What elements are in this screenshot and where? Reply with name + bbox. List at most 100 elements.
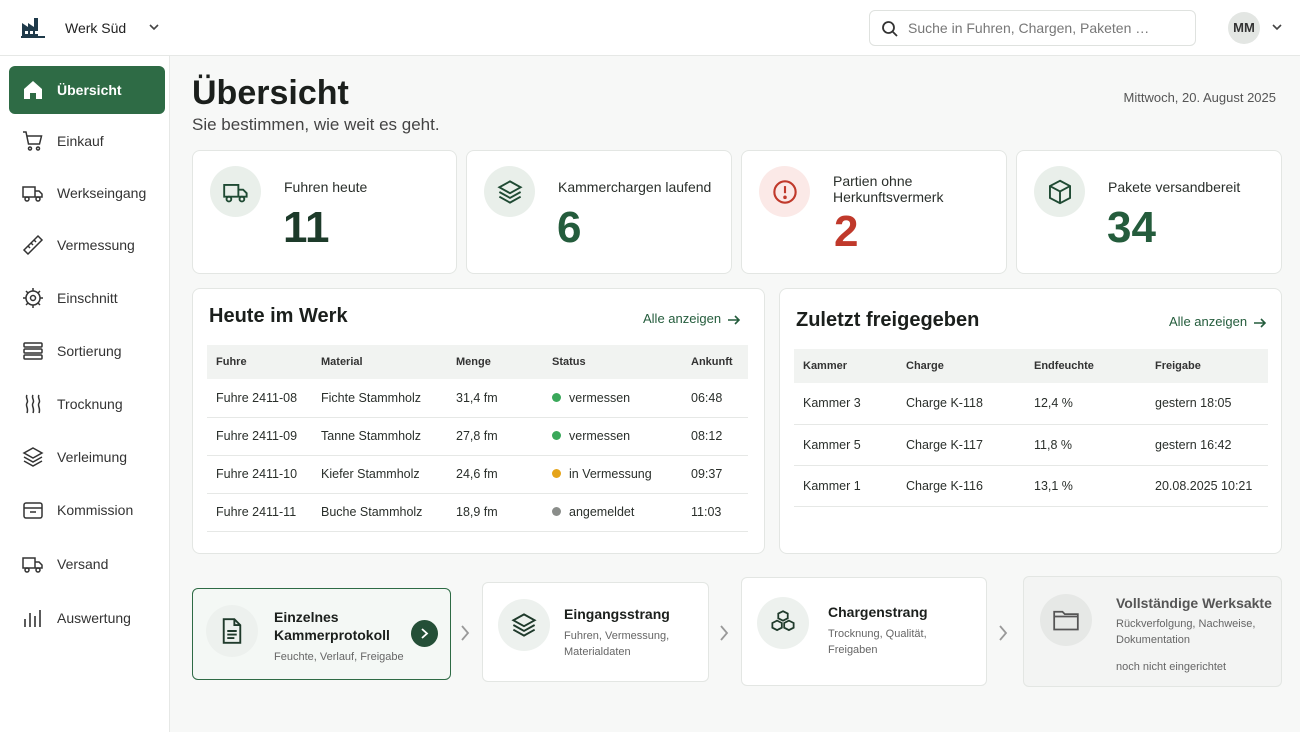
sidebar-item-label: Kommission — [57, 502, 134, 518]
sidebar-item-einkauf[interactable]: Einkauf — [9, 117, 165, 165]
sidebar-item-label: Trocknung — [57, 396, 123, 412]
cell-ankunft: 11:03 — [682, 493, 748, 532]
cell-kammer: Kammer 3 — [794, 383, 897, 425]
sidebar-item-einschnitt[interactable]: Einschnitt — [9, 274, 165, 322]
table-header-row: Fuhre Material Menge Status Ankunft — [207, 345, 748, 379]
status-label: vermessen — [569, 390, 631, 405]
cell-menge: 24,6 fm — [447, 455, 543, 494]
ruler-icon — [22, 234, 44, 256]
column-header: Endfeuchte — [1025, 349, 1146, 383]
cell-endfeuchte: 13,1 % — [1025, 465, 1146, 507]
layers-icon — [22, 446, 44, 468]
status-label: angemeldet — [569, 505, 635, 519]
cell-material: Fichte Stammholz — [312, 379, 447, 418]
search-box[interactable] — [869, 10, 1196, 46]
flow-description: Rückverfolgung, Nachweise, Dokumentation — [1116, 618, 1256, 646]
sidebar-item-kommission[interactable]: Kommission — [9, 486, 165, 534]
flow-title: Einzelnes Kammerprotokoll — [274, 609, 390, 643]
kpi-label: Fuhren heute — [284, 179, 368, 195]
table-row[interactable]: Kammer 1 Charge K-116 13,1 % 20.08.2025 … — [794, 465, 1268, 507]
kpi-value: 34 — [1107, 203, 1156, 252]
flow-description: Trocknung, Qualität, Freigaben — [828, 628, 927, 656]
cell-menge: 27,8 fm — [447, 417, 543, 456]
sidebar-item-verleimung[interactable]: Verleimung — [9, 433, 165, 481]
sidebar-item-label: Werkseingang — [57, 185, 147, 201]
sidebar-item-label: Einkauf — [57, 133, 104, 149]
chevron-down-icon[interactable] — [147, 20, 161, 34]
flow-title: Eingangsstrang — [564, 606, 670, 622]
cell-material: Buche Stammholz — [312, 493, 447, 532]
layers-icon — [484, 166, 535, 217]
cell-menge: 18,9 fm — [447, 493, 543, 532]
package-box-icon — [22, 499, 44, 521]
status-dot — [552, 431, 561, 441]
cell-fuhre: Fuhre 2411-09 — [207, 417, 312, 456]
cell-ankunft: 08:12 — [682, 417, 748, 456]
panel-title: Zuletzt freigegeben — [796, 309, 980, 331]
chevron-right-icon — [459, 624, 471, 642]
plant-selector-label[interactable]: Werk Süd — [65, 20, 126, 36]
sidebar-item-label: Vermessung — [57, 237, 135, 253]
chevron-down-icon[interactable] — [1270, 21, 1284, 35]
flow-card-kammerprotokoll[interactable]: Einzelnes Kammerprotokoll Feuchte, Verla… — [192, 588, 451, 680]
status-dot — [552, 392, 561, 402]
kpi-label: Pakete versandbereit — [1108, 179, 1241, 195]
saw-blade-icon — [22, 287, 44, 309]
column-header: Freigabe — [1146, 349, 1268, 383]
kpi-value: 2 — [834, 207, 859, 256]
alert-circle-icon — [759, 166, 810, 217]
cell-menge: 31,4 fm — [447, 379, 543, 418]
kpi-card-kammerchargen[interactable]: Kammerchargen laufend 6 — [466, 150, 732, 274]
kpi-card-fuhren[interactable]: Fuhren heute 11 — [192, 150, 457, 274]
sidebar-item-label: Sortierung — [57, 343, 122, 359]
sidebar-item-werkseingang[interactable]: Werkseingang — [9, 169, 165, 217]
kpi-card-pakete[interactable]: Pakete versandbereit 34 — [1016, 150, 1282, 274]
kpi-card-partien[interactable]: Partien ohne Herkunftsvermerk 2 — [741, 150, 1007, 274]
cell-ankunft: 09:37 — [682, 455, 748, 494]
flow-card-chargenstrang[interactable]: Chargenstrang Trocknung, Qualität, Freig… — [741, 577, 987, 686]
sidebar-item-uebersicht[interactable]: Übersicht — [9, 66, 165, 114]
column-header: Status — [543, 345, 682, 379]
sidebar-item-label: Versand — [57, 556, 109, 572]
flow-card-werksakte[interactable]: Vollständige Werksakte Rückverfolgung, N… — [1023, 576, 1282, 687]
truck-icon — [22, 182, 44, 204]
kpi-value: 11 — [283, 203, 330, 252]
show-all-link[interactable]: Alle anzeigen — [1169, 314, 1267, 329]
released-table: Kammer Charge Endfeuchte Freigabe Kammer… — [794, 349, 1268, 507]
sidebar-item-label: Auswertung — [57, 610, 131, 626]
flow-title: Chargenstrang — [828, 604, 928, 620]
search-input[interactable] — [908, 17, 1188, 39]
table-row[interactable]: Fuhre 2411-08 Fichte Stammholz 31,4 fm v… — [207, 379, 748, 418]
status-label: vermessen — [569, 429, 631, 443]
table-row[interactable]: Kammer 5 Charge K-117 11,8 % gestern 16:… — [794, 424, 1268, 466]
sidebar-item-trocknung[interactable]: Trocknung — [9, 380, 165, 428]
bar-chart-icon — [22, 607, 44, 629]
flow-card-eingangsstrang[interactable]: Eingangsstrang Fuhren, Vermessung, Mater… — [482, 582, 709, 682]
chevron-right-icon — [718, 624, 730, 642]
top-bar: Werk Süd MM — [0, 0, 1300, 56]
layers-icon — [498, 599, 550, 651]
sidebar-item-versand[interactable]: Versand — [9, 540, 165, 588]
sidebar-item-label: Einschnitt — [57, 290, 118, 306]
sidebar-item-label: Übersicht — [57, 82, 122, 98]
cell-kammer: Kammer 1 — [794, 465, 897, 507]
table-row[interactable]: Fuhre 2411-11 Buche Stammholz 18,9 fm an… — [207, 493, 748, 532]
table-row[interactable]: Fuhre 2411-09 Tanne Stammholz 27,8 fm ve… — [207, 417, 748, 456]
show-all-link[interactable]: Alle anzeigen — [643, 311, 741, 326]
today-table: Fuhre Material Menge Status Ankunft Fuhr… — [207, 345, 748, 532]
sidebar-item-sortierung[interactable]: Sortierung — [9, 327, 165, 375]
open-button[interactable] — [411, 620, 438, 647]
cell-endfeuchte: 11,8 % — [1025, 424, 1146, 466]
flow-description: Fuhren, Vermessung, Materialdaten — [564, 630, 670, 658]
folder-icon — [1040, 594, 1092, 646]
user-avatar[interactable]: MM — [1228, 12, 1260, 44]
table-row[interactable]: Kammer 3 Charge K-118 12,4 % gestern 18:… — [794, 383, 1268, 425]
table-row[interactable]: Fuhre 2411-10 Kiefer Stammholz 24,6 fm i… — [207, 455, 748, 494]
kpi-label: Partien ohne Herkunftsvermerk — [833, 173, 944, 205]
column-header: Material — [312, 345, 447, 379]
cell-status: vermessen — [543, 379, 682, 418]
cell-status: vermessen — [543, 417, 682, 456]
sidebar-item-auswertung[interactable]: Auswertung — [9, 594, 165, 642]
cell-freigabe: 20.08.2025 10:21 — [1146, 465, 1268, 507]
sidebar-item-vermessung[interactable]: Vermessung — [9, 221, 165, 269]
